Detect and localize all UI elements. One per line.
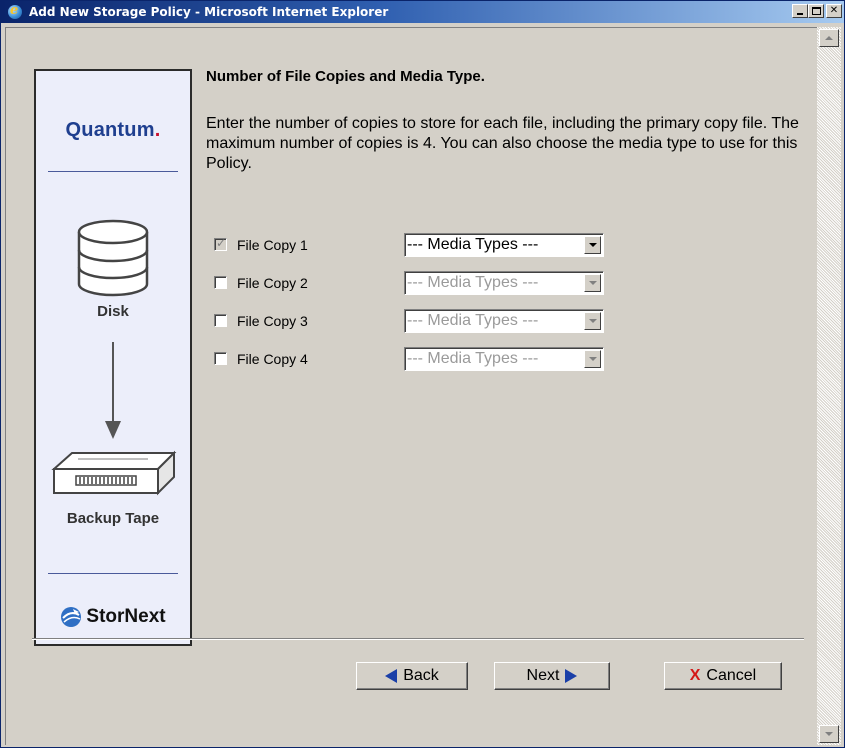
chevron-down-icon[interactable] [584,274,601,292]
arrow-right-icon [565,669,578,683]
dialog-content: Quantum. Disk Backup Tape StorNext Numbe… [5,27,817,745]
minimize-icon [797,13,803,15]
file-copy-3-media-select[interactable]: --- Media Types --- [404,309,604,333]
file-copy-3-media-value: --- Media Types --- [407,312,539,329]
chevron-down-icon[interactable] [584,236,601,254]
disk-icon [77,219,149,297]
file-copy-2-media-value: --- Media Types --- [407,274,539,291]
cancel-x-icon: X [689,667,701,684]
file-copy-2-checkbox[interactable] [214,276,227,289]
window-title: Add New Storage Policy - Microsoft Inter… [29,5,389,19]
back-button[interactable]: Back [356,662,468,690]
arrow-left-icon [385,669,398,683]
scroll-up-button[interactable] [819,29,839,47]
file-copy-2-label: File Copy 2 [237,275,308,291]
chevron-down-icon[interactable] [584,350,601,368]
chevron-down-icon[interactable] [584,312,601,330]
stornext-logo-icon [61,607,82,627]
file-copy-4-checkbox[interactable] [214,352,227,365]
cancel-button-label: Cancel [706,667,757,684]
scroll-down-button[interactable] [819,725,839,743]
close-icon: ✕ [829,5,839,16]
arrow-down-icon [112,342,114,424]
maximize-button[interactable] [808,4,824,18]
file-copy-4-media-value: --- Media Types --- [407,350,539,367]
cancel-button[interactable]: X Cancel [664,662,782,690]
minimize-button[interactable] [792,4,808,18]
next-button[interactable]: Next [494,662,610,690]
ie-icon: e [7,3,23,20]
disk-label: Disk [97,303,129,320]
checkmark-icon: ✓ [216,236,227,250]
tape-icon [51,450,177,496]
file-copy-1-checkbox[interactable]: ✓ [214,236,227,251]
quantum-logo: Quantum. [65,119,161,141]
browser-window: e Add New Storage Policy - Microsoft Int… [0,0,845,748]
brand-panel: Quantum. Disk Backup Tape StorNext [34,69,192,646]
title-bar[interactable]: e Add New Storage Policy - Microsoft Int… [1,1,844,23]
file-copy-4-label: File Copy 4 [237,351,308,367]
tape-label: Backup Tape [66,510,160,527]
next-button-label: Next [526,667,560,684]
vertical-scrollbar[interactable] [817,27,841,745]
file-copy-2-media-select[interactable]: --- Media Types --- [404,271,604,295]
arrow-head [105,421,121,439]
file-copy-1-media-select[interactable]: --- Media Types --- [404,233,604,257]
instructions-text: Enter the number of copies to store for … [206,115,799,172]
window-controls: ✕ [792,4,842,18]
maximize-icon [812,7,821,15]
file-copy-1-label: File Copy 1 [237,237,308,253]
brand-divider-bottom [48,573,178,574]
stornext-label: StorNext [86,606,166,627]
file-copy-3-label: File Copy 3 [237,313,308,329]
back-button-label: Back [403,667,439,684]
file-copy-1-media-value: --- Media Types --- [407,236,539,253]
close-button[interactable]: ✕ [826,4,842,18]
stornext-logo: StorNext [36,606,190,628]
button-separator [32,638,804,640]
brand-divider-top [48,171,178,172]
page-title: Number of File Copies and Media Type. [206,68,485,85]
file-copy-3-checkbox[interactable] [214,314,227,327]
file-copy-4-media-select[interactable]: --- Media Types --- [404,347,604,371]
